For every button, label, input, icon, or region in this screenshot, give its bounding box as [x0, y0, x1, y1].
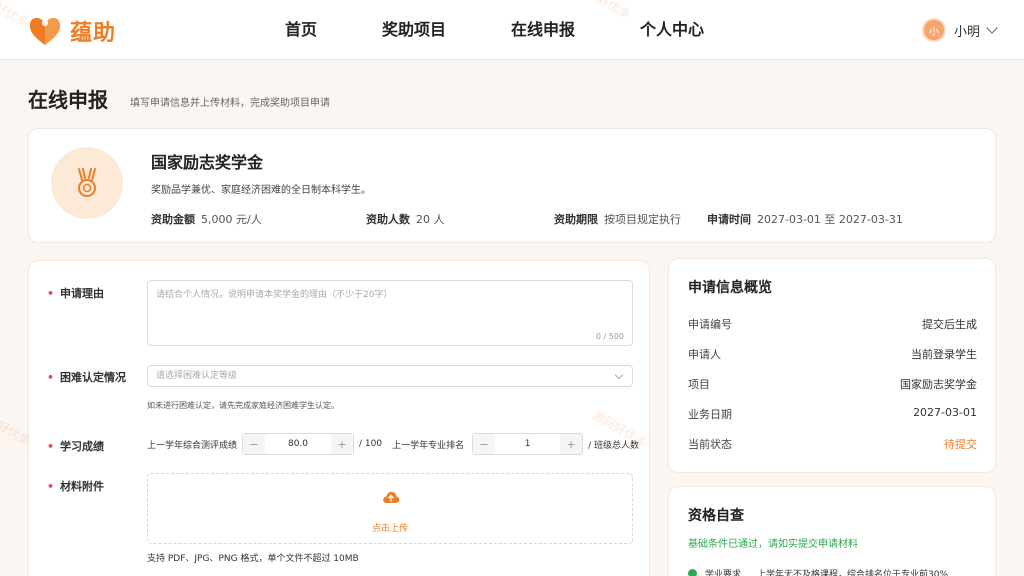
nav-profile[interactable]: 个人中心: [640, 0, 704, 60]
qualification-item: 学业要求 上学年无不及格课程，综合排名位于专业前30%: [688, 567, 948, 576]
reason-counter: 0 / 500: [595, 332, 624, 341]
brand-logo[interactable]: 蕴助: [28, 15, 116, 47]
cloud-upload-icon: [383, 491, 400, 503]
overview-row: 申请人 当前登录学生: [688, 348, 977, 361]
upload-hint: 支持 PDF、JPG、PNG 格式，单个文件不超过 10MB: [147, 554, 359, 564]
rank-stepper: − 1 +: [472, 433, 584, 455]
qualification-card: 资格自查 基础条件已通过，请如实提交申请材料 学业要求 上学年无不及格课程，综合…: [668, 486, 996, 576]
overview-card: 申请信息概览 申请编号 提交后生成 申请人 当前登录学生 项目 国家励志奖学金 业务日…: [668, 258, 996, 473]
minus-button[interactable]: −: [473, 434, 496, 454]
score-stepper: − 80.0 +: [242, 433, 355, 455]
upload-text[interactable]: 点击上传: [148, 521, 632, 534]
check-circle-icon: [688, 569, 697, 576]
page-subtitle: 填写申请信息并上传材料，完成奖助项目申请: [130, 98, 330, 109]
score-row: 上一学年综合测评成绩 − 80.0 + / 100 上一学年专业排名 − 1 +…: [147, 433, 639, 455]
score-input[interactable]: 80.0: [265, 439, 331, 449]
meta-quota: 资助人数 20 人: [366, 213, 445, 226]
application-form: • 申请理由 请结合个人情况，说明申请本奖学金的理由（不少于20字） 0 / 50…: [28, 260, 650, 576]
overview-row: 业务日期 2027-03-01: [688, 406, 977, 421]
project-description: 奖励品学兼优、家庭经济困难的全日制本科学生。: [151, 185, 371, 196]
reason-placeholder: 请结合个人情况，说明申请本奖学金的理由（不少于20字）: [156, 290, 393, 300]
score-label: • 学习成绩: [47, 440, 105, 453]
status-badge: 待提交: [944, 438, 977, 451]
minus-button[interactable]: −: [243, 434, 266, 454]
medal-badge: [51, 147, 123, 219]
overview-row: 当前状态 待提交: [688, 438, 977, 451]
qualification-title: 资格自查: [688, 508, 744, 524]
overview-row: 申请编号 提交后生成: [688, 318, 977, 331]
attach-label: • 材料附件: [47, 480, 105, 493]
difficulty-placeholder: 请选择困难认定等级: [156, 371, 238, 381]
chevron-down-icon[interactable]: [986, 22, 998, 34]
user-name[interactable]: 小明: [954, 21, 980, 40]
score-suffix-1: / 100: [359, 439, 383, 449]
user-menu[interactable]: 小 小明: [921, 18, 998, 42]
reason-textarea[interactable]: 请结合个人情况，说明申请本奖学金的理由（不少于20字） 0 / 500: [147, 280, 633, 346]
nav-apply[interactable]: 在线申报: [511, 0, 575, 60]
difficulty-label: • 困难认定情况: [47, 371, 127, 384]
plus-button[interactable]: +: [331, 434, 354, 454]
score-text-1: 上一学年综合测评成绩: [147, 440, 238, 451]
project-card: 国家励志奖学金 奖励品学兼优、家庭经济困难的全日制本科学生。 资助金额 5,000…: [28, 128, 996, 243]
plus-button[interactable]: +: [560, 434, 583, 454]
avatar[interactable]: 小: [921, 18, 946, 42]
difficulty-select[interactable]: 请选择困难认定等级: [147, 365, 633, 387]
top-header: 蕴助 首页 奖助项目 在线申报 个人中心 小 小明: [0, 0, 1024, 60]
rank-input[interactable]: 1: [495, 439, 560, 449]
meta-apply-time: 申请时间 2027-03-01 至 2027-03-31: [707, 213, 903, 226]
chevron-down-icon: [614, 370, 624, 380]
main-nav: 首页 奖助项目 在线申报 个人中心: [285, 0, 769, 60]
heart-hands-icon: [29, 17, 61, 45]
qualification-status: 基础条件已通过，请如实提交申请材料: [688, 539, 858, 550]
page-title: 在线申报: [28, 88, 108, 112]
medal-icon: [78, 168, 96, 197]
overview-title: 申请信息概览: [688, 280, 772, 296]
overview-row: 项目 国家励志奖学金: [688, 378, 977, 391]
nav-projects[interactable]: 奖助项目: [382, 0, 446, 60]
upload-area[interactable]: 点击上传: [147, 473, 633, 544]
difficulty-hint: 如未进行困难认定，请先完成家庭经济困难学生认定。: [147, 401, 339, 410]
score-text-2: 上一学年专业排名: [392, 440, 465, 451]
meta-period: 资助期限 按项目规定执行: [554, 213, 681, 226]
brand-name: 蕴助: [70, 21, 117, 46]
project-name: 国家励志奖学金: [151, 153, 264, 172]
meta-amount: 资助金额 5,000 元/人: [151, 213, 262, 226]
nav-home[interactable]: 首页: [285, 0, 317, 60]
reason-label: • 申请理由: [47, 287, 105, 300]
